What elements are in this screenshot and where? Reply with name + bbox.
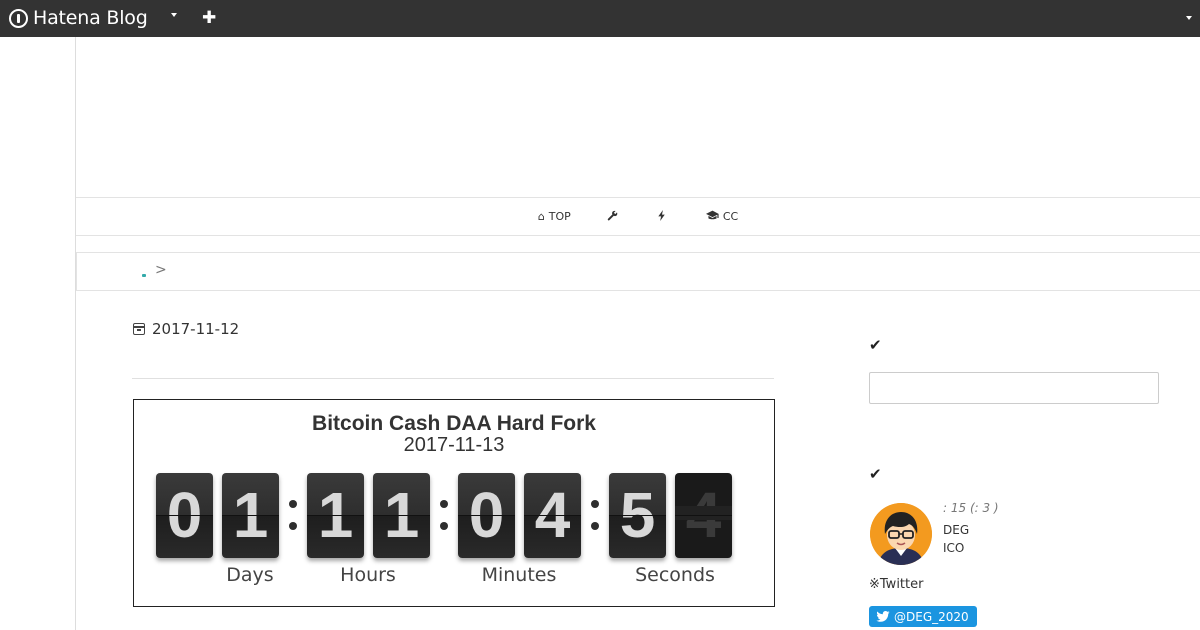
seconds-digit-flipping: 4 [675, 473, 732, 558]
entry-date-text[interactable]: 2017-11-12 [152, 320, 239, 338]
seconds-digit-value: 4 [685, 479, 722, 551]
twitter-follow-button[interactable]: @DEG_2020 [869, 606, 977, 627]
entry-date: 2017-11-12 [133, 320, 239, 338]
global-nav: ⌂ TOP CC [76, 197, 1200, 236]
hours-label: Hours [340, 564, 396, 586]
breadcrumb-home-link[interactable] [142, 274, 146, 277]
search-input[interactable] [869, 372, 1159, 404]
check-icon: ✔ [869, 465, 882, 483]
hatena-logo-icon [9, 8, 28, 28]
avatar[interactable] [870, 503, 932, 565]
twitter-bird-icon [876, 611, 890, 622]
bolt-icon [658, 209, 666, 224]
profile-name[interactable]: DEG [943, 523, 969, 537]
days-digit: 0 [156, 473, 213, 558]
nav-item-news[interactable] [658, 209, 670, 224]
home-icon: ⌂ [537, 210, 545, 223]
calendar-icon [133, 323, 145, 335]
minutes-label: Minutes [481, 564, 557, 586]
countdown-widget: Bitcoin Cash DAA Hard Fork 2017-11-13 0 … [133, 399, 775, 607]
colon-separator [591, 500, 599, 530]
colon-separator [289, 500, 297, 530]
add-entry-button[interactable]: ✚ [202, 6, 216, 30]
nav-item-label: TOP [548, 210, 571, 223]
seconds-digit: 5 [609, 473, 666, 558]
graduation-cap-icon [705, 210, 719, 224]
hatena-blog-logo[interactable]: Hatena Blog [9, 6, 148, 30]
logo-text: Hatena Blog [33, 7, 148, 29]
profile-description: ICO [943, 541, 965, 555]
days-digit: 1 [222, 473, 279, 558]
twitter-note: ※Twitter [869, 577, 924, 592]
page-left-border [75, 37, 76, 630]
nav-item-cc[interactable]: CC [705, 210, 739, 224]
hatena-top-bar: Hatena Blog ✚ [0, 0, 1200, 37]
blog-menu-chevron-down-icon[interactable] [171, 13, 177, 17]
twitter-handle: @DEG_2020 [894, 609, 969, 624]
wrench-icon [607, 210, 618, 224]
check-icon: ✔ [869, 336, 882, 354]
breadcrumb: > [76, 252, 1200, 291]
user-menu-chevron-down-icon[interactable] [1186, 16, 1192, 20]
colon-separator [440, 500, 448, 530]
flip-card-shadow [675, 506, 732, 520]
hours-digit: 1 [373, 473, 430, 558]
profile-stats: : 15 (: 3 ) [943, 501, 999, 515]
breadcrumb-separator: > [155, 262, 167, 278]
countdown-date: 2017-11-13 [403, 434, 505, 456]
days-label: Days [226, 564, 274, 586]
hours-digit: 1 [307, 473, 364, 558]
nav-item-label: CC [722, 210, 739, 223]
minutes-digit: 0 [458, 473, 515, 558]
seconds-label: Seconds [635, 564, 715, 586]
minutes-digit: 4 [524, 473, 581, 558]
entry-divider [132, 378, 774, 379]
nav-item-top[interactable]: ⌂ TOP [538, 210, 571, 223]
nav-item-tools[interactable] [607, 210, 622, 224]
countdown-title: Bitcoin Cash DAA Hard Fork [312, 412, 596, 435]
